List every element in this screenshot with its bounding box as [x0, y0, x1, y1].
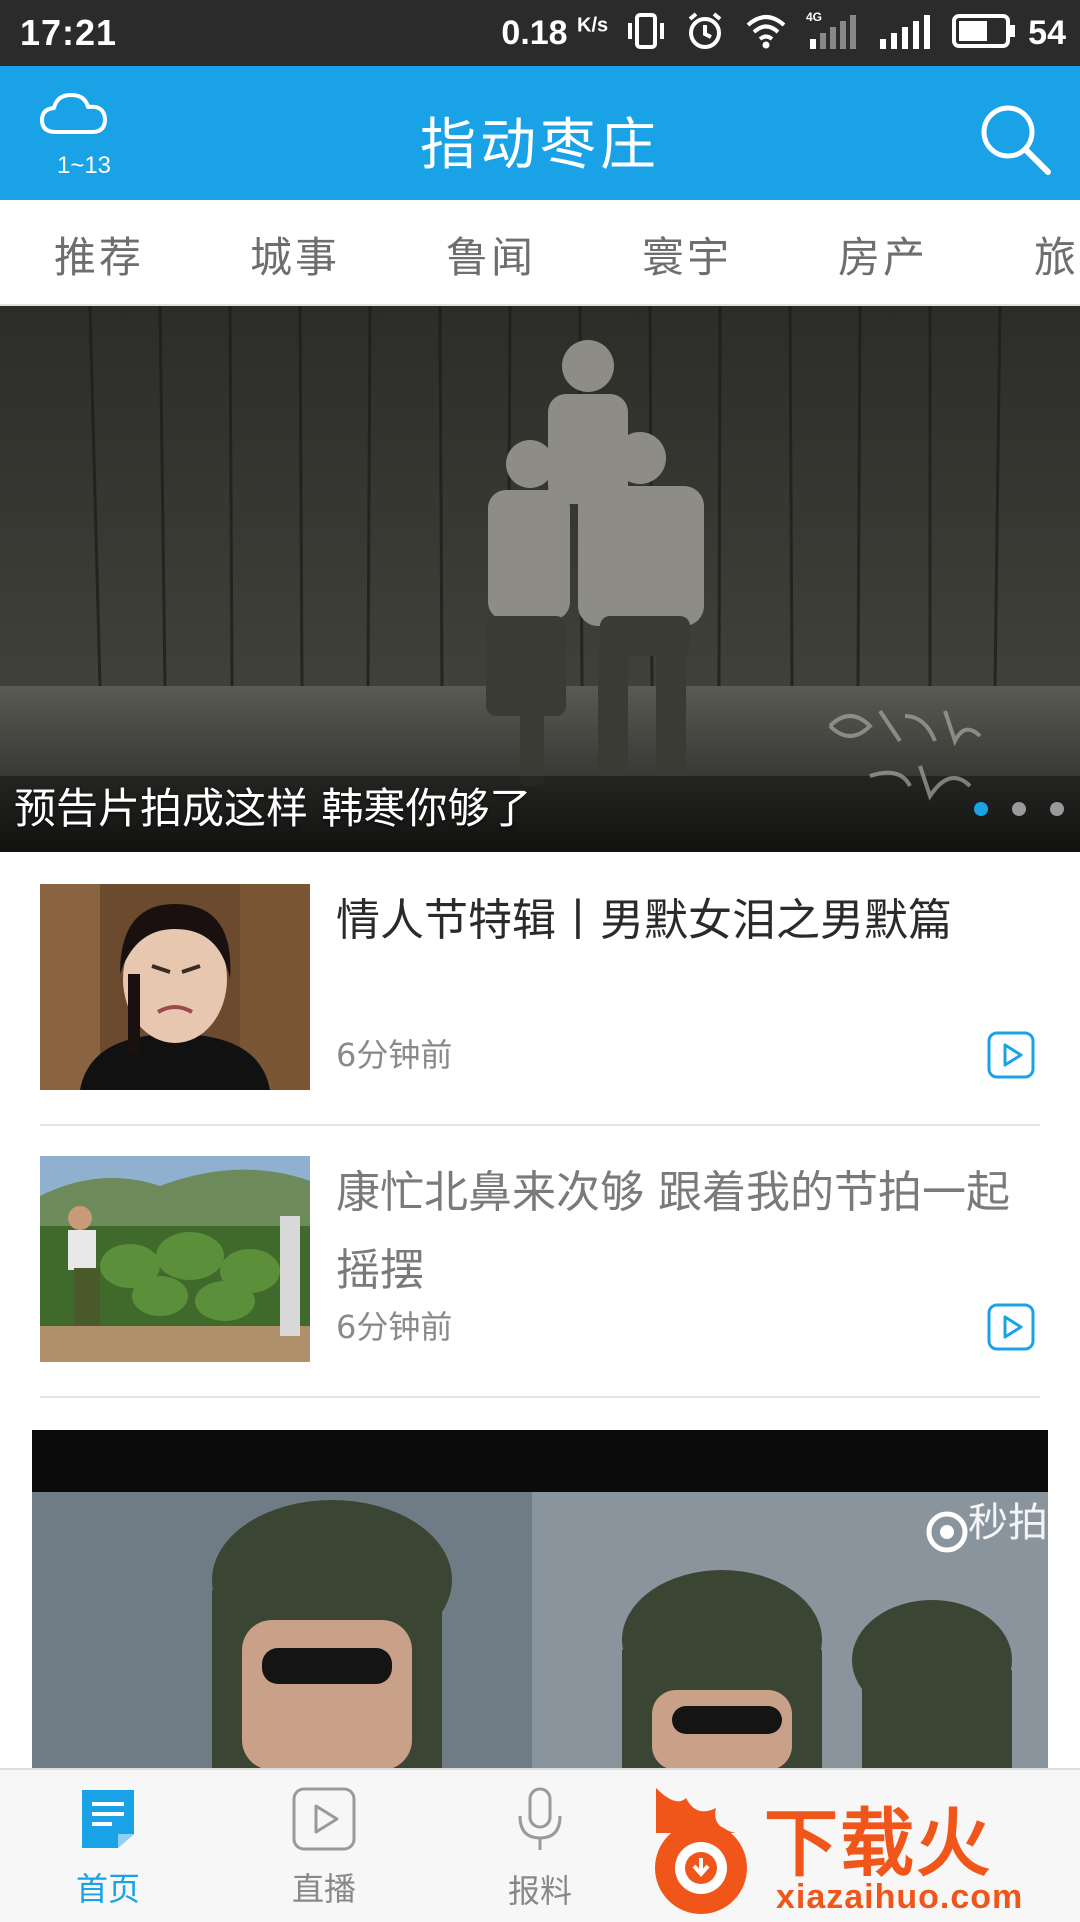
news-thumbnail: [40, 884, 310, 1090]
carousel-indicator: [974, 802, 1064, 816]
carousel-dot[interactable]: [974, 802, 988, 816]
play-icon: [986, 1303, 1036, 1356]
wifi-icon: [744, 11, 788, 56]
news-item[interactable]: 康忙北鼻来次够 跟着我的节拍一起摇摆 6分钟前: [40, 1124, 1040, 1398]
brand-name: 下载火: [764, 1801, 992, 1887]
news-title[interactable]: 情人节特辑丨男默女泪之男默篇: [336, 882, 1036, 960]
search-button[interactable]: [976, 100, 1056, 180]
signal-4g-icon: 4G: [806, 9, 860, 58]
tab-city[interactable]: 城事: [250, 224, 340, 285]
nav-home[interactable]: 首页: [48, 1786, 168, 1910]
nav-label: 直播: [291, 1870, 356, 1908]
app-header: 1~13 指动枣庄: [0, 66, 1080, 200]
news-item[interactable]: 情人节特辑丨男默女泪之男默篇 6分钟前: [40, 852, 1040, 1126]
news-timestamp: 6分钟前: [336, 1308, 453, 1346]
play-icon: [986, 1031, 1036, 1084]
carousel-dot[interactable]: [1050, 802, 1064, 816]
search-icon: [976, 105, 1056, 184]
app-title: 指动枣庄: [420, 113, 660, 178]
hero-caption: 预告片拍成这样 韩寒你够了: [14, 784, 532, 833]
hero-image: [0, 306, 1080, 852]
news-title[interactable]: 康忙北鼻来次够 跟着我的节拍一起摇摆: [336, 1154, 1036, 1310]
home-doc-icon: [76, 1790, 140, 1856]
tab-world[interactable]: 寰宇: [642, 224, 732, 285]
tab-shandong[interactable]: 鲁闻: [446, 224, 536, 285]
status-time: 17:21: [20, 12, 118, 53]
battery-level: 54: [1028, 13, 1066, 52]
signal-icon: [878, 9, 934, 58]
battery-icon: [952, 13, 1016, 54]
video-badge: [986, 1030, 1036, 1080]
alarm-icon: [684, 10, 726, 57]
brand-url: xiazaihuo.com: [776, 1878, 1024, 1916]
nav-label: 首页: [75, 1870, 140, 1908]
tab-recommend[interactable]: 推荐: [54, 224, 144, 285]
live-play-icon: [291, 1787, 357, 1856]
nav-report[interactable]: 报料: [480, 1786, 600, 1912]
hero-banner[interactable]: 预告片拍成这样 韩寒你够了: [0, 306, 1080, 852]
svg-text:4G: 4G: [806, 10, 822, 24]
category-tabs: 推荐 城事 鲁闻 寰宇 房产 旅: [0, 200, 1080, 306]
nav-live[interactable]: 直播: [264, 1786, 384, 1910]
news-timestamp: 6分钟前: [336, 1036, 453, 1074]
news-thumbnail: [40, 1156, 310, 1362]
microphone-icon: [510, 1787, 570, 1858]
network-speed: 0.18 K/s: [501, 13, 609, 52]
status-bar: 17:21 0.18 K/s 4G 54: [0, 0, 1080, 66]
brand-logo: 下载火 xiazaihuo.com: [636, 1778, 1080, 1920]
video-badge: [986, 1302, 1036, 1352]
video-card[interactable]: 秒拍: [32, 1430, 1048, 1770]
video-watermark: 秒拍: [968, 1500, 1048, 1546]
flame-logo-icon: [655, 1788, 747, 1914]
carousel-dot[interactable]: [1012, 802, 1026, 816]
nav-label: 报料: [507, 1872, 572, 1910]
vibrate-icon: [626, 11, 666, 56]
video-thumbnail: [32, 1430, 1048, 1770]
status-icons: 0.18 K/s 4G 54: [501, 8, 1066, 58]
tab-realestate[interactable]: 房产: [838, 224, 928, 285]
tab-travel[interactable]: 旅: [1034, 224, 1079, 285]
